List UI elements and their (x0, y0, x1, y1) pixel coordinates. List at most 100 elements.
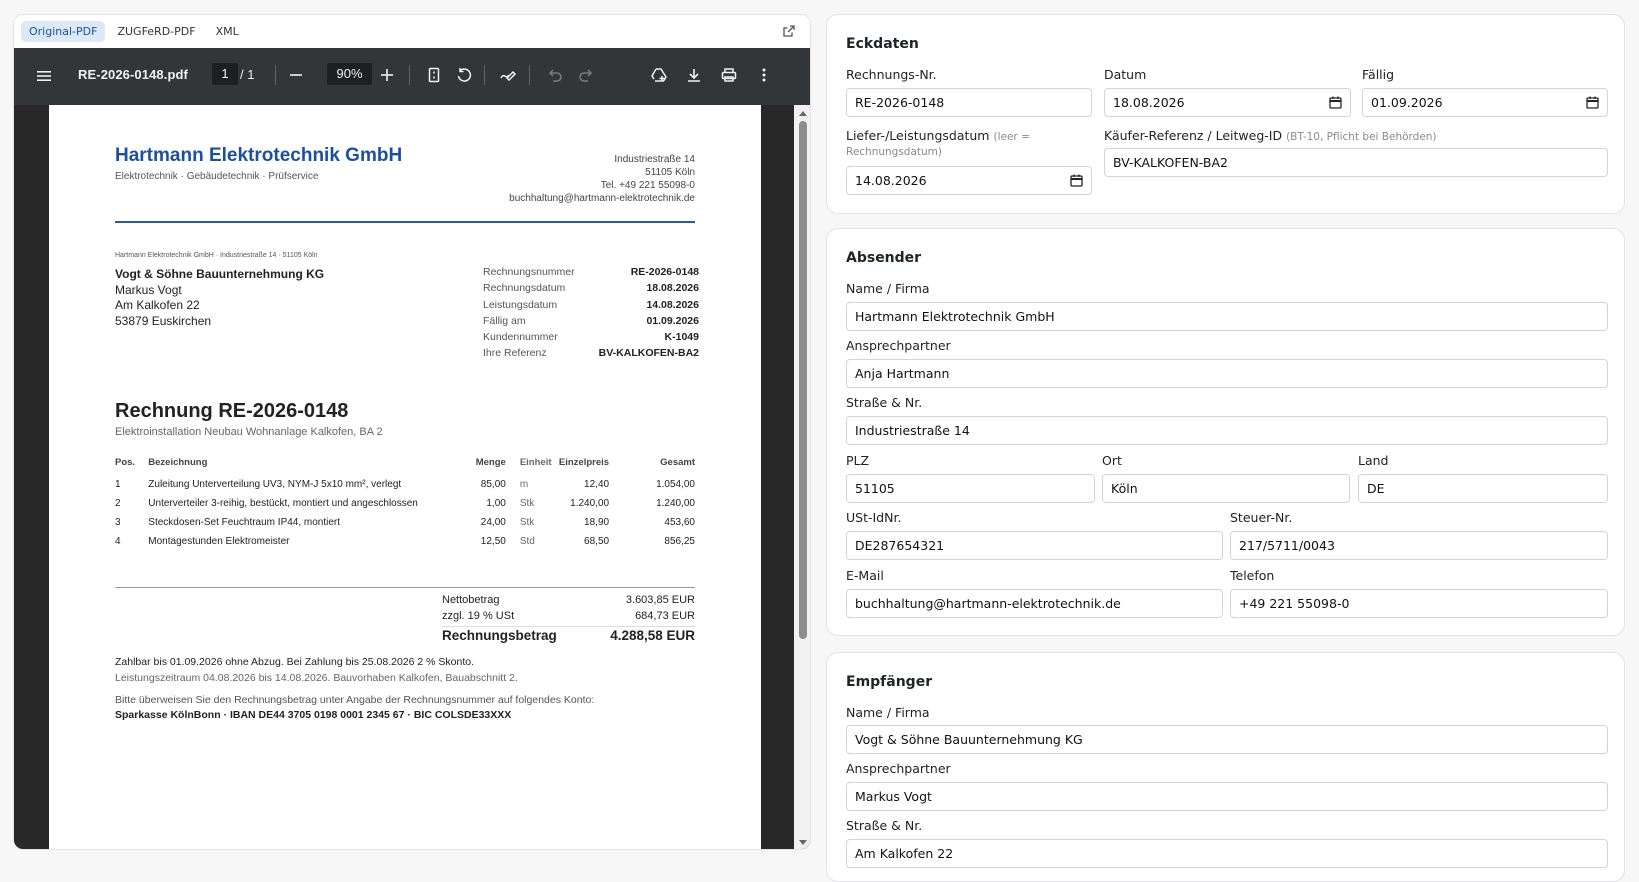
empfaenger-street-input[interactable]: Am Kalkofen 22 (846, 839, 1608, 868)
cell-desc: Montagestunden Elektromeister (148, 536, 290, 547)
total-value: 4.288,58 EUR (610, 628, 695, 643)
meta-row: Ihre Referenz BV-KALKOFEN-BA2 (483, 347, 699, 363)
section-title: Eckdaten (846, 36, 919, 52)
scroll-down-icon[interactable] (798, 839, 808, 847)
faellig-input[interactable]: 01.09.2026 (1362, 88, 1608, 117)
field-label: Ansprechpartner (846, 338, 951, 353)
cell-qty: 12,50 (480, 536, 506, 547)
cell-pos: 2 (115, 498, 121, 509)
cell-price: 18,90 (584, 517, 610, 528)
pdf-scrollbar[interactable] (794, 105, 810, 849)
company-name: Hartmann Elektrotechnik GmbH (115, 145, 403, 166)
field-label: Datum (1104, 67, 1147, 82)
field-label: Käufer-Referenz / Leitweg-ID (BT-10, Pfl… (1104, 128, 1437, 143)
annotate-icon[interactable] (498, 65, 518, 85)
empfaenger-name-input[interactable]: Vogt & Söhne Bauunternehmung KG (846, 725, 1608, 754)
liefer-hint: (leer = (993, 131, 1030, 143)
total-label: Nettobetrag (442, 594, 500, 606)
scroll-up-icon[interactable] (798, 109, 808, 117)
col-header: Pos. (115, 457, 136, 468)
add-to-drive-icon[interactable] (649, 65, 669, 85)
scrollbar-thumb[interactable] (799, 121, 807, 639)
table-row: 1 Zuleitung Unterverteilung UV3, NYM-J 5… (115, 476, 695, 495)
meta-row: Rechnungsnummer RE-2026-0148 (483, 266, 699, 282)
meta-row: Leistungsdatum 14.08.2026 (483, 299, 699, 315)
meta-row: Rechnungsdatum 18.08.2026 (483, 282, 699, 298)
cell-unit: Std (519, 536, 535, 547)
tab-zugferd-pdf[interactable]: ZUGFeRD-PDF (109, 21, 203, 42)
company-address-line: Tel. +49 221 55098-0 (600, 180, 695, 191)
section-title: Absender (846, 250, 922, 266)
absender-steuer-input[interactable]: 217/5711/0043 (1230, 531, 1608, 560)
more-options-icon[interactable] (754, 65, 774, 85)
transfer-note: Bitte überweisen Sie den Rechnungsbetrag… (115, 694, 595, 706)
rotate-icon[interactable] (454, 65, 474, 85)
invoice-title: Rechnung RE-2026-0148 (115, 400, 349, 422)
recipient-line: Am Kalkofen 22 (115, 298, 200, 312)
liefer-label-wrap: Liefer-/Leistungsdatum (leer = Rechnungs… (846, 128, 1092, 158)
liefer-value: 14.08.2026 (855, 173, 927, 188)
absender-contact-input[interactable]: Anja Hartmann (846, 359, 1608, 388)
rechnungsnr-input[interactable]: RE-2026-0148 (846, 88, 1092, 117)
pdf-viewer-panel: Original-PDF ZUGFeRD-PDF XML RE-2026-014… (13, 14, 811, 850)
absender-land-input[interactable]: DE (1358, 474, 1608, 503)
absender-plz-input[interactable]: 51105 (846, 474, 1095, 503)
kaeufer-referenz-input[interactable]: BV-KALKOFEN-BA2 (1104, 148, 1608, 177)
field-hint-line: Rechnungsdatum) (846, 143, 1092, 158)
total-row: zzgl. 19 % USt 684,73 EUR (442, 610, 695, 626)
calendar-icon[interactable] (1586, 96, 1599, 109)
calendar-icon[interactable] (1070, 174, 1083, 187)
calendar-icon[interactable] (1329, 96, 1342, 109)
faellig-value: 01.09.2026 (1371, 95, 1443, 110)
pdf-page: Hartmann Elektrotechnik GmbH Elektrotech… (49, 105, 761, 849)
tab-original-pdf[interactable]: Original-PDF (21, 20, 106, 42)
page-number-input[interactable]: 1 (212, 63, 238, 85)
open-external-icon[interactable] (782, 24, 796, 38)
field-label: Steuer-Nr. (1230, 510, 1293, 525)
field-label: Fällig (1362, 67, 1395, 82)
print-icon[interactable] (719, 65, 739, 85)
invoice-meta: Rechnungsnummer RE-2026-0148 Rechnungsdat… (483, 266, 699, 364)
zoom-out-icon[interactable] (286, 65, 306, 85)
cell-desc: Zuleitung Unterverteilung UV3, NYM-J 5x1… (148, 479, 402, 490)
datum-input[interactable]: 18.08.2026 (1104, 88, 1351, 117)
col-header: Einheit (519, 457, 552, 468)
absender-name-input[interactable]: Hartmann Elektrotechnik GmbH (846, 302, 1608, 331)
pdf-toolbar: RE-2026-0148.pdf 1 / 1 90% (14, 48, 810, 105)
meta-value: 01.09.2026 (646, 314, 699, 327)
undo-icon[interactable] (545, 65, 565, 85)
absender-street-input[interactable]: Industriestraße 14 (846, 416, 1608, 445)
field-label: PLZ (846, 453, 870, 468)
fit-page-icon[interactable] (424, 65, 444, 85)
meta-row: Fällig am 01.09.2026 (483, 315, 699, 331)
cell-price: 12,40 (584, 479, 610, 490)
menu-icon[interactable] (34, 66, 54, 86)
cell-qty: 24,00 (480, 517, 506, 528)
totals-divider (115, 587, 695, 588)
absender-tel-input[interactable]: +49 221 55098-0 (1230, 589, 1608, 618)
field-label: Rechnungs-Nr. (846, 67, 937, 82)
tab-xml[interactable]: XML (208, 21, 247, 42)
empfaenger-contact-input[interactable]: Markus Vogt (846, 782, 1608, 811)
rechnungsnr-label-wrap: Rechnungs-Nr. (846, 67, 937, 82)
absender-email-input[interactable]: buchhaltung@hartmann-elektrotechnik.de (846, 589, 1223, 618)
redo-icon[interactable] (576, 65, 596, 85)
meta-key: Fällig am (483, 314, 526, 327)
company-address: Industriestraße 14 51105 Köln Tel. +49 2… (509, 153, 695, 205)
recipient-line: Markus Vogt (115, 282, 182, 297)
liefer-input[interactable]: 14.08.2026 (846, 166, 1092, 195)
cell-unit: Stk (519, 517, 535, 528)
recipient-line: 53879 Euskirchen (115, 313, 212, 328)
field-label: Telefon (1230, 568, 1275, 583)
zoom-in-icon[interactable] (377, 65, 397, 85)
absender-ort-input[interactable]: Köln (1102, 474, 1350, 503)
cell-pos: 4 (115, 536, 121, 547)
section-absender: Absender Name / Firma Hartmann Elektrote… (826, 228, 1625, 636)
zoom-input[interactable]: 90% (327, 63, 372, 85)
absender-ust-input[interactable]: DE287654321 (846, 531, 1223, 560)
cell-price: 1.240,00 (570, 498, 610, 509)
total-row: Nettobetrag 3.603,85 EUR (442, 594, 695, 610)
liefer-hint-2: Rechnungsdatum) (846, 146, 943, 158)
download-icon[interactable] (684, 65, 704, 85)
meta-key: Kundennummer (483, 331, 558, 344)
